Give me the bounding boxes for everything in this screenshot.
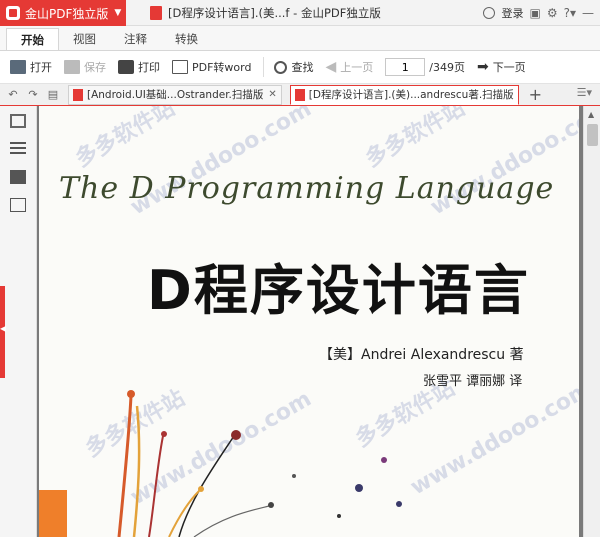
doc-tab-label: [D程序设计语言].(美)...andrescu著.扫描版 bbox=[308, 89, 514, 101]
total-pages: /349页 bbox=[429, 61, 465, 74]
left-sidebar: ◀ bbox=[0, 106, 37, 537]
tab-convert[interactable]: 转换 bbox=[161, 28, 212, 50]
app-name: 金山PDF独立版 bbox=[25, 6, 109, 21]
vertical-scrollbar[interactable]: ▲ bbox=[583, 106, 600, 537]
close-icon[interactable]: ✕ bbox=[268, 89, 276, 100]
word-icon bbox=[172, 60, 188, 74]
pdf-file-icon bbox=[73, 88, 83, 101]
app-menu-button[interactable]: 金山PDF独立版 ▼ bbox=[0, 0, 126, 26]
help-icon[interactable]: ?▾ bbox=[564, 6, 576, 20]
pdf-to-word-button[interactable]: PDF转word bbox=[172, 59, 251, 75]
message-icon[interactable]: ▣ bbox=[529, 6, 540, 20]
word-convert-icon[interactable] bbox=[10, 198, 26, 212]
window-title: [D程序设计语言].(美...f - 金山PDF独立版 bbox=[150, 0, 381, 26]
scroll-up-icon[interactable]: ▲ bbox=[588, 110, 594, 119]
doc-tab-label: [Android.UI基础...Ostrander.扫描版 bbox=[87, 89, 264, 101]
save-label: 保存 bbox=[84, 61, 106, 74]
window-title-text: [D程序设计语言].(美...f - 金山PDF独立版 bbox=[168, 6, 381, 20]
document-viewport[interactable]: 多多软件站 www.ddooo.com 多多软件站 www.ddooo.com … bbox=[37, 106, 583, 537]
pdf-to-word-label: PDF转word bbox=[192, 61, 252, 74]
gear-icon[interactable]: ⚙ bbox=[547, 6, 558, 20]
prev-page-button[interactable]: ◀ 上一页 bbox=[325, 59, 373, 75]
annotations-icon[interactable] bbox=[10, 170, 26, 184]
printer-icon bbox=[118, 60, 134, 74]
print-button[interactable]: 打印 bbox=[118, 59, 160, 75]
open-label: 打开 bbox=[30, 61, 52, 74]
chevron-down-icon: ▼ bbox=[114, 8, 122, 18]
title-bar-controls: 登录 ▣ ⚙ ?▾ — bbox=[483, 0, 600, 26]
tab-list-menu-icon[interactable]: ☰▾ bbox=[577, 86, 592, 99]
arrow-right-icon: ➡ bbox=[476, 59, 489, 75]
login-link[interactable]: 登录 bbox=[501, 5, 523, 21]
find-button[interactable]: 查找 bbox=[274, 59, 313, 75]
cover-orange-spine-mark bbox=[39, 490, 67, 537]
chevron-left-icon[interactable]: ◀ bbox=[0, 324, 6, 333]
page-number-input[interactable] bbox=[385, 58, 426, 76]
kingsoft-pdf-logo-icon bbox=[6, 6, 20, 20]
save-quick-icon[interactable]: ▤ bbox=[46, 88, 60, 102]
toolbar-divider bbox=[263, 57, 265, 77]
title-bar: 金山PDF独立版 ▼ [D程序设计语言].(美...f - 金山PDF独立版 登… bbox=[0, 0, 600, 26]
toolbar: 打开 保存 打印 PDF转word 查找 ◀ 上一页 /349页 ➡ 下一页 bbox=[0, 51, 600, 84]
search-icon bbox=[274, 60, 288, 74]
thumbnail-icon[interactable] bbox=[10, 114, 26, 128]
tab-view[interactable]: 视图 bbox=[59, 28, 110, 50]
save-icon bbox=[64, 60, 80, 74]
next-page-button[interactable]: ➡ 下一页 bbox=[477, 59, 526, 75]
doc-tab-android[interactable]: [Android.UI基础...Ostrander.扫描版 ✕ bbox=[68, 84, 282, 105]
next-page-label: 下一页 bbox=[492, 61, 526, 74]
print-label: 打印 bbox=[138, 61, 160, 74]
ribbon-tabs: 开始 视图 注释 转换 bbox=[0, 26, 600, 51]
pdf-file-icon bbox=[150, 6, 162, 20]
cover-paint-splash-illustration bbox=[117, 390, 402, 537]
new-tab-plus-icon[interactable]: + bbox=[529, 85, 542, 104]
document-tab-strip: ↶ ↷ ▤ [Android.UI基础...Ostrander.扫描版 ✕ [D… bbox=[0, 84, 600, 106]
save-button[interactable]: 保存 bbox=[64, 59, 106, 75]
find-label: 查找 bbox=[291, 61, 314, 74]
arrow-left-icon: ◀ bbox=[325, 59, 337, 75]
outline-list-icon[interactable] bbox=[10, 142, 26, 156]
scrollbar-thumb[interactable] bbox=[587, 124, 598, 146]
tab-annotate[interactable]: 注释 bbox=[110, 28, 161, 50]
open-button[interactable]: 打开 bbox=[10, 59, 52, 75]
tab-start[interactable]: 开始 bbox=[6, 28, 59, 50]
user-icon[interactable] bbox=[483, 7, 496, 19]
undo-icon[interactable]: ↶ bbox=[6, 88, 20, 102]
prev-page-label: 上一页 bbox=[340, 61, 374, 74]
pdf-page: 多多软件站 www.ddooo.com 多多软件站 www.ddooo.com … bbox=[39, 106, 579, 537]
doc-tab-d-language[interactable]: [D程序设计语言].(美)...andrescu著.扫描版 bbox=[289, 84, 519, 105]
redo-icon[interactable]: ↷ bbox=[26, 88, 40, 102]
minimize-icon[interactable]: — bbox=[582, 6, 594, 20]
folder-icon bbox=[10, 60, 26, 74]
pdf-file-icon bbox=[294, 88, 305, 101]
